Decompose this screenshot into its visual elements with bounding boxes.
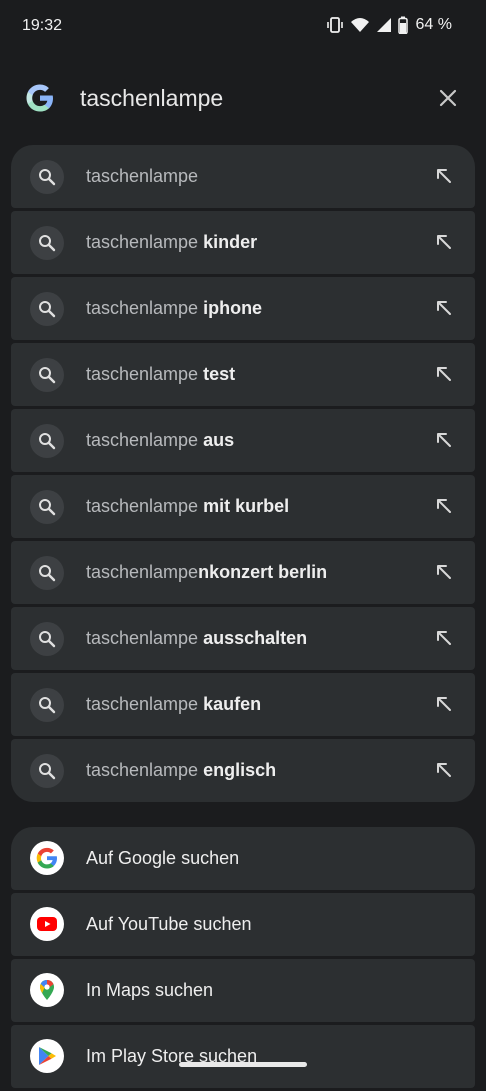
- search-icon: [30, 292, 64, 326]
- suggestion-text: taschenlampe kinder: [86, 232, 258, 252]
- status-time: 19:32: [22, 17, 63, 34]
- maps-icon: [30, 973, 64, 1007]
- fill-query-arrow-icon[interactable]: [433, 429, 455, 451]
- wifi-icon: [350, 18, 369, 32]
- suggestion-row[interactable]: taschenlampe kaufen: [11, 673, 475, 736]
- fill-query-arrow-icon[interactable]: [433, 759, 455, 781]
- close-icon[interactable]: [436, 86, 460, 110]
- search-youtube-row[interactable]: Auf YouTube suchen: [11, 893, 475, 956]
- suggestion-text: taschenlampe ausschalten: [86, 628, 308, 648]
- suggestion-row[interactable]: taschenlampe test: [11, 343, 475, 406]
- search-in-app-list: Auf Google suchen Auf YouTube suchen In …: [11, 827, 475, 1091]
- suggestion-row[interactable]: taschenlampe aus: [11, 409, 475, 472]
- suggestion-row[interactable]: taschenlampe englisch: [11, 739, 475, 802]
- search-maps-row[interactable]: In Maps suchen: [11, 959, 475, 1022]
- suggestion-text: taschenlampenkonzert berlin: [86, 562, 328, 582]
- suggestion-text: taschenlampe mit kurbel: [86, 496, 290, 516]
- fill-query-arrow-icon[interactable]: [433, 627, 455, 649]
- youtube-icon: [30, 907, 64, 941]
- fill-query-arrow-icon[interactable]: [433, 693, 455, 715]
- status-icons: 64 %: [326, 16, 452, 34]
- search-google-label: Auf Google suchen: [86, 848, 240, 868]
- fill-query-arrow-icon[interactable]: [433, 561, 455, 583]
- suggestion-row[interactable]: taschenlampe mit kurbel: [11, 475, 475, 538]
- suggestion-text: taschenlampe kaufen: [86, 694, 262, 714]
- search-maps-label: In Maps suchen: [86, 980, 214, 1000]
- suggestion-list: taschenlampe taschenlampe kinder taschen…: [11, 145, 475, 805]
- search-bar[interactable]: taschenlampe: [0, 66, 486, 130]
- battery-percentage: 64 %: [415, 16, 452, 33]
- play-store-icon: [30, 1039, 64, 1073]
- suggestion-text: taschenlampe iphone: [86, 298, 263, 318]
- suggestion-row[interactable]: taschenlampe iphone: [11, 277, 475, 340]
- suggestion-text: taschenlampe aus: [86, 430, 235, 450]
- fill-query-arrow-icon[interactable]: [433, 297, 455, 319]
- fill-query-arrow-icon[interactable]: [433, 495, 455, 517]
- search-icon: [30, 226, 64, 260]
- search-icon: [30, 556, 64, 590]
- search-play-store-row[interactable]: Im Play Store suchen: [11, 1025, 475, 1088]
- search-icon: [30, 358, 64, 392]
- search-icon: [30, 622, 64, 656]
- home-indicator[interactable]: [179, 1062, 307, 1067]
- suggestion-text: taschenlampe: [86, 166, 199, 186]
- search-input[interactable]: taschenlampe: [80, 85, 223, 112]
- suggestion-row[interactable]: taschenlampenkonzert berlin: [11, 541, 475, 604]
- fill-query-arrow-icon[interactable]: [433, 165, 455, 187]
- search-icon: [30, 160, 64, 194]
- search-icon: [30, 688, 64, 722]
- suggestion-row[interactable]: taschenlampe ausschalten: [11, 607, 475, 670]
- search-icon: [30, 490, 64, 524]
- suggestion-row[interactable]: taschenlampe kinder: [11, 211, 475, 274]
- battery-icon: [397, 16, 408, 34]
- search-icon: [30, 424, 64, 458]
- suggestion-row[interactable]: taschenlampe: [11, 145, 475, 208]
- search-icon: [30, 754, 64, 788]
- google-icon: [30, 841, 64, 875]
- google-g-icon: [26, 84, 53, 112]
- vibrate-icon: [326, 17, 343, 33]
- fill-query-arrow-icon[interactable]: [433, 363, 455, 385]
- search-youtube-label: Auf YouTube suchen: [86, 914, 252, 934]
- suggestion-text: taschenlampe englisch: [86, 760, 277, 780]
- status-bar: 19:32 64 %: [0, 0, 486, 52]
- signal-icon: [376, 18, 391, 32]
- suggestion-text: taschenlampe test: [86, 364, 236, 384]
- fill-query-arrow-icon[interactable]: [433, 231, 455, 253]
- search-google-row[interactable]: Auf Google suchen: [11, 827, 475, 890]
